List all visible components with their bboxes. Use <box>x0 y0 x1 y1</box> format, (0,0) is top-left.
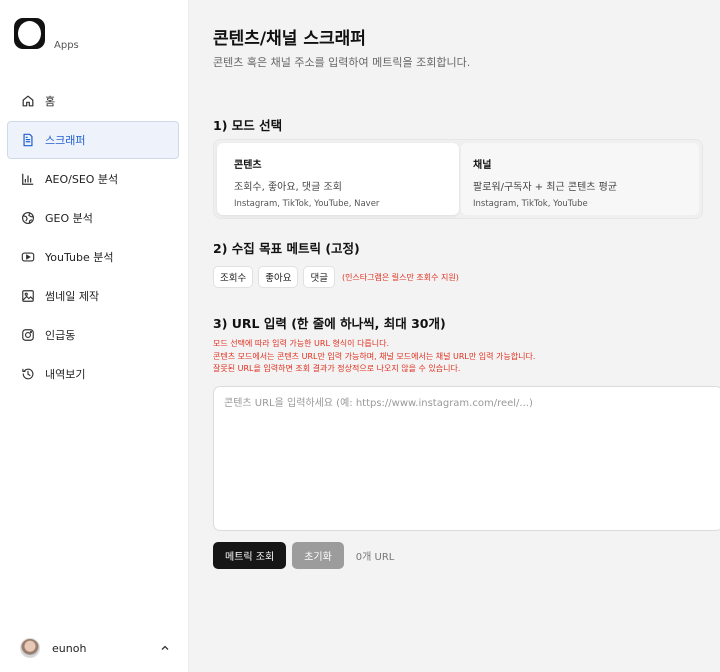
fetch-metrics-button[interactable]: 메트릭 조회 <box>213 542 287 569</box>
sidebar-item-history[interactable]: 내역보기 <box>7 355 179 393</box>
mode-option-platforms: Instagram, TikTok, YouTube, Naver <box>234 199 380 209</box>
history-icon <box>21 367 35 381</box>
url-notes: 모드 선택에 따라 입력 가능한 URL 형식이 다릅니다. 콘텐츠 모드에서는… <box>213 338 535 376</box>
url-note: 콘텐츠 모드에서는 콘텐츠 URL만 입력 가능하며, 채널 모드에서는 채널 … <box>213 351 536 361</box>
mode-option-platforms: Instagram, TikTok, YouTube <box>473 199 588 209</box>
metric-chips: 조회수 좋아요 댓글 (인스타그램은 릴스만 조회수 지원) <box>213 266 459 288</box>
avatar <box>20 638 40 658</box>
metric-note: (인스타그램은 릴스만 조회수 지원) <box>341 272 459 282</box>
mode-section-title: 1) 모드 선택 <box>213 118 283 133</box>
sidebar-item-label: GEO 분석 <box>45 212 93 225</box>
sidebar-item-trending[interactable]: 인급동 <box>7 316 179 354</box>
url-count: 0개 URL <box>355 552 395 563</box>
user-name: eunoh <box>52 641 87 655</box>
chevron-up-icon <box>161 645 169 650</box>
mode-option-desc: 팔로워/구독자 + 최근 콘텐츠 평균 <box>473 182 618 193</box>
sidebar-item-aeo-seo[interactable]: AEO/SEO 분석 <box>7 160 179 198</box>
sidebar: Apps 홈 스크래퍼 AEO/SEO 분석 GEO 분석 YouTube 분석… <box>0 0 189 672</box>
url-input[interactable] <box>213 386 720 531</box>
metric-chip-views: 조회수 <box>213 266 254 288</box>
sidebar-item-label: YouTube 분석 <box>45 251 114 264</box>
user-menu[interactable]: eunoh <box>20 638 170 658</box>
mode-option-content[interactable]: 콘텐츠 조회수, 좋아요, 댓글 조회 Instagram, TikTok, Y… <box>217 143 459 215</box>
mode-option-desc: 조회수, 좋아요, 댓글 조회 <box>234 182 342 193</box>
mode-option-name: 채널 <box>473 160 492 171</box>
sidebar-item-label: 썸네일 제작 <box>45 290 100 303</box>
sidebar-item-label: 스크래퍼 <box>45 134 86 147</box>
image-icon <box>21 289 35 303</box>
brand-name: Apps <box>54 40 79 51</box>
sidebar-item-label: 인급동 <box>45 329 76 342</box>
document-icon <box>21 133 35 147</box>
bar-chart-icon <box>21 172 35 186</box>
metrics-section-title: 2) 수집 목표 메트릭 (고정) <box>213 241 360 256</box>
sidebar-item-scraper[interactable]: 스크래퍼 <box>7 121 179 159</box>
sidebar-item-thumbnail[interactable]: 썸네일 제작 <box>7 277 179 315</box>
url-note: 모드 선택에 따라 입력 가능한 URL 형식이 다릅니다. <box>213 339 390 348</box>
page-subtitle: 콘텐츠 혹은 채널 주소를 입력하여 메트릭을 조회합니다. <box>213 56 471 69</box>
url-note: 잘못된 URL을 입력하면 조회 결과가 정상적으로 나오지 않을 수 있습니다… <box>213 364 461 373</box>
sidebar-item-label: 홈 <box>45 95 56 108</box>
mode-selector: 콘텐츠 조회수, 좋아요, 댓글 조회 Instagram, TikTok, Y… <box>213 139 703 219</box>
mode-option-channel[interactable]: 채널 팔로워/구독자 + 최근 콘텐츠 평균 Instagram, TikTok… <box>461 143 699 215</box>
app-logo <box>14 18 45 49</box>
youtube-icon <box>21 250 35 264</box>
brand[interactable]: Apps <box>14 18 79 51</box>
metric-chip-comments: 댓글 <box>303 266 335 288</box>
url-section-title: 3) URL 입력 (한 줄에 하나씩, 최대 30개) <box>213 316 446 331</box>
action-bar: 메트릭 조회 초기화 0개 URL <box>213 542 394 569</box>
reset-button[interactable]: 초기화 <box>292 542 344 569</box>
sidebar-item-geo[interactable]: GEO 분석 <box>7 199 179 237</box>
home-icon <box>21 94 35 108</box>
sidebar-item-youtube[interactable]: YouTube 분석 <box>7 238 179 276</box>
mode-option-name: 콘텐츠 <box>234 160 262 171</box>
sidebar-item-label: AEO/SEO 분석 <box>45 173 119 186</box>
page-title: 콘텐츠/채널 스크래퍼 <box>213 29 366 49</box>
metric-chip-likes: 좋아요 <box>258 266 299 288</box>
instagram-icon <box>21 328 35 342</box>
sidebar-item-home[interactable]: 홈 <box>7 82 179 120</box>
sidebar-nav: 홈 스크래퍼 AEO/SEO 분석 GEO 분석 YouTube 분석 썸네일 … <box>7 82 179 394</box>
globe-icon <box>21 211 35 225</box>
sidebar-item-label: 내역보기 <box>45 368 86 381</box>
main-content: 콘텐츠/채널 스크래퍼 콘텐츠 혹은 채널 주소를 입력하여 메트릭을 조회합니… <box>189 0 720 672</box>
